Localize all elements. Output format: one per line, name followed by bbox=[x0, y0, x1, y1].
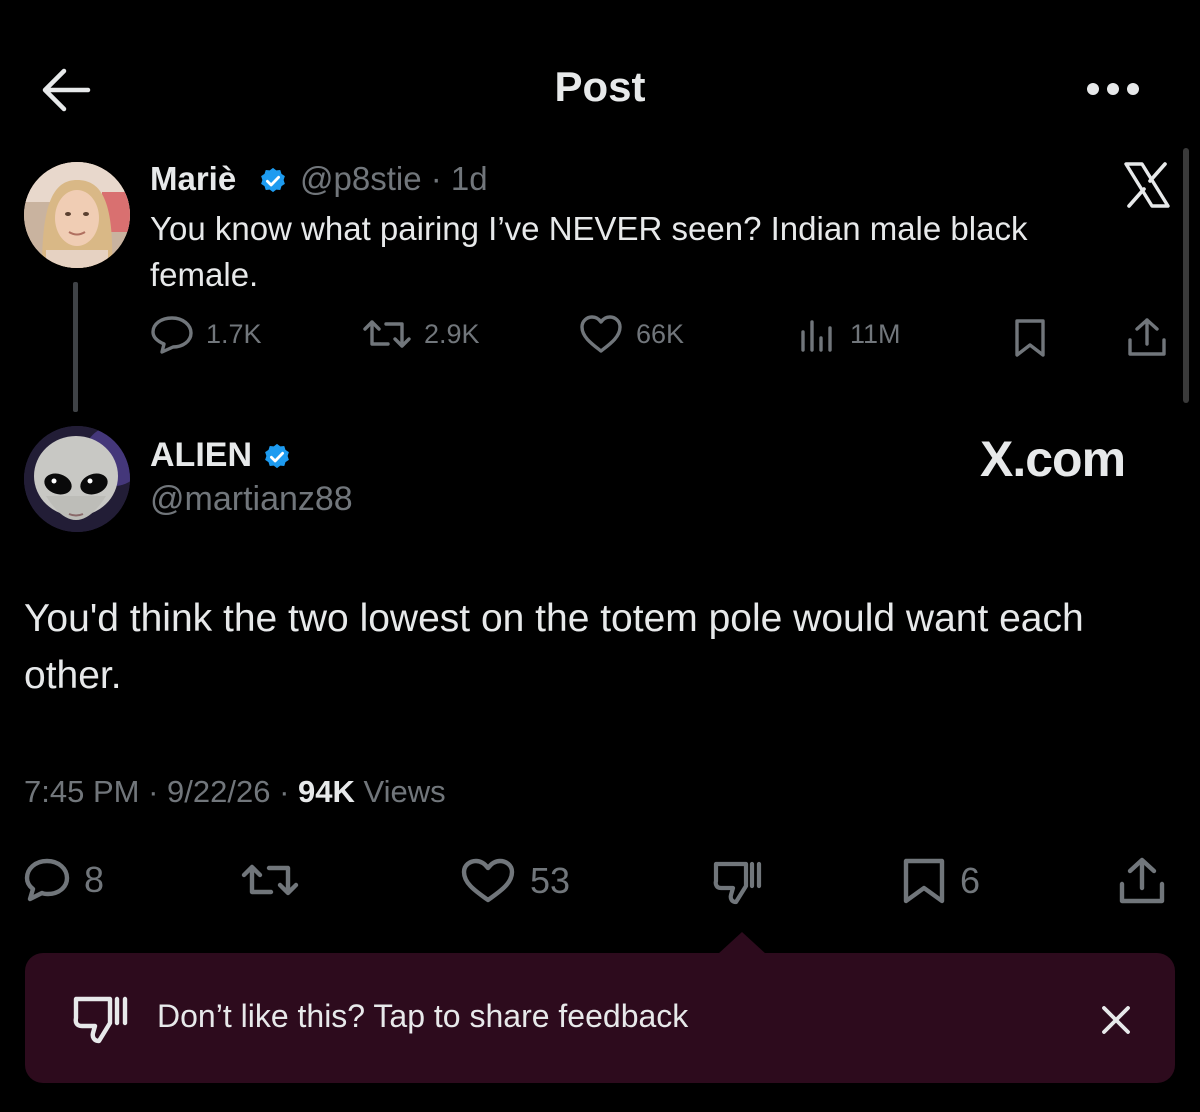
x-com-watermark: X.com bbox=[980, 431, 1126, 487]
reply-count: 8 bbox=[84, 859, 105, 900]
close-button[interactable] bbox=[1094, 998, 1138, 1042]
reply-count: 1.7K bbox=[206, 318, 262, 349]
author-name[interactable]: ALIEN bbox=[150, 436, 252, 475]
tweet-text: You know what pairing I’ve NEVER seen? I… bbox=[150, 210, 1028, 293]
tweet-meta: 7:45 PM · 9/22/26 · 94K Views bbox=[24, 774, 446, 809]
bookmark-button[interactable]: 6 bbox=[902, 858, 980, 904]
repost-icon bbox=[241, 864, 299, 896]
author-handle[interactable]: @martianz88 bbox=[150, 480, 353, 519]
views-count: 11M bbox=[850, 318, 901, 349]
thumbs-down-icon bbox=[713, 861, 762, 905]
share-icon bbox=[1128, 318, 1166, 356]
downvote-button[interactable] bbox=[712, 858, 778, 906]
author-handle[interactable]: @p8stie · 1d bbox=[300, 160, 488, 198]
close-icon bbox=[1102, 1006, 1130, 1034]
reply-icon bbox=[24, 858, 70, 902]
page-title: Post bbox=[554, 63, 646, 110]
views-button[interactable]: 11M bbox=[798, 314, 901, 354]
like-button[interactable]: 66K bbox=[578, 314, 684, 354]
bookmark-icon bbox=[1015, 319, 1045, 357]
verified-badge-icon bbox=[261, 167, 285, 193]
bookmark-button[interactable] bbox=[1012, 318, 1060, 358]
feedback-text[interactable]: Don’t like this? Tap to share feedback bbox=[157, 998, 688, 1035]
more-horizontal-icon bbox=[1087, 83, 1139, 95]
like-count: 66K bbox=[636, 318, 685, 349]
repost-button[interactable] bbox=[240, 858, 314, 902]
reply-button[interactable]: 8 bbox=[24, 858, 104, 902]
more-button[interactable] bbox=[1082, 74, 1144, 104]
repost-icon bbox=[363, 320, 411, 348]
bookmark-icon bbox=[903, 858, 945, 904]
x-logo-icon bbox=[1124, 162, 1170, 208]
tweet-date[interactable]: 9/22/26 bbox=[167, 774, 270, 809]
analytics-icon bbox=[801, 320, 832, 352]
scrollbar[interactable] bbox=[1183, 148, 1189, 403]
share-button[interactable] bbox=[1118, 856, 1180, 906]
share-icon bbox=[1119, 857, 1165, 904]
avatar-marie[interactable] bbox=[24, 162, 130, 268]
reply-button[interactable]: 1.7K bbox=[150, 314, 262, 354]
heart-icon bbox=[461, 858, 515, 903]
thumbs-down-icon bbox=[73, 996, 128, 1044]
like-button[interactable]: 53 bbox=[460, 858, 570, 904]
heart-icon bbox=[580, 315, 622, 353]
repost-count: 2.9K bbox=[424, 318, 480, 349]
repost-button[interactable]: 2.9K bbox=[362, 314, 480, 354]
avatar-alien[interactable] bbox=[24, 426, 130, 532]
thread-line bbox=[73, 282, 78, 412]
share-button[interactable] bbox=[1126, 316, 1180, 358]
toast-thumbs-down bbox=[72, 993, 130, 1045]
tweet-text: You'd think the two lowest on the totem … bbox=[24, 597, 1084, 697]
toast-pointer bbox=[718, 932, 766, 954]
like-count: 53 bbox=[530, 860, 571, 901]
views-label: Views bbox=[363, 774, 446, 809]
tweet-time[interactable]: 7:45 PM bbox=[24, 774, 139, 809]
author-name[interactable]: Mariè bbox=[150, 160, 236, 198]
reply-icon bbox=[151, 316, 193, 354]
views-count: 94K bbox=[298, 774, 355, 809]
verified-badge-icon bbox=[265, 443, 289, 469]
bookmark-count: 6 bbox=[960, 860, 981, 901]
